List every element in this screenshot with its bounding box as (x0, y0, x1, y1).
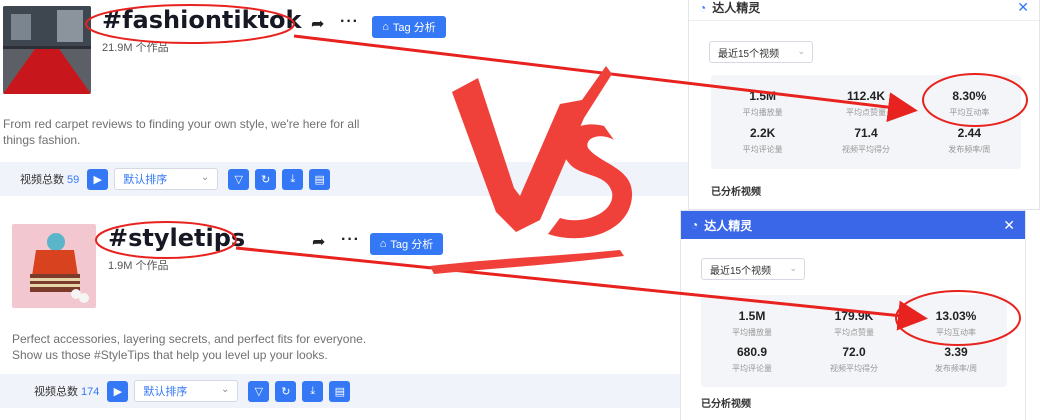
works-count: 1.9M 个作品 (108, 260, 169, 272)
chevron-down-icon: ⌄ (789, 263, 797, 273)
refresh-icon[interactable]: ↻ (255, 168, 277, 190)
video-count: 视频总数 174 (34, 386, 100, 398)
stats-grid: 1.5M 平均播放量 112.4K 平均点赞量 8.30% 平均互动率 2.2K 平均评… (711, 75, 1021, 169)
panel-header: ◔ 达人精灵 ✕ (689, 0, 1039, 21)
close-icon[interactable]: ✕ (1003, 217, 1015, 234)
analyzed-videos-heading: 已分析视频 (701, 399, 751, 410)
tag-title: #fashiontiktok (102, 6, 302, 34)
tag-icon: ⌂ (382, 21, 389, 33)
panel-header: ◔ 达人精灵 ✕ (681, 211, 1025, 239)
filter-icon[interactable]: ▽ (228, 168, 250, 190)
panel-logo-icon: ◔ (691, 218, 699, 232)
stat-post-frequency: 2.44 发布频率/周 (948, 126, 991, 154)
range-select[interactable]: 最近15个视频 ⌄ (701, 258, 805, 280)
panel-logo-icon: ◔ (699, 0, 707, 15)
chevron-down-icon: ⌄ (797, 46, 805, 56)
tag-icon: ⌂ (379, 238, 387, 250)
tag-analysis-button[interactable]: ⌂ Tag 分析 (372, 16, 446, 38)
range-select[interactable]: 最近15个视频 ⌄ (709, 41, 813, 63)
tag-thumbnail-outfit (12, 224, 96, 308)
stats-grid: 1.5M 平均播放量 179.9K 平均点赞量 13.03% 平均互动率 680.9 平… (701, 295, 1007, 387)
tag-title: #styletips (108, 224, 246, 252)
stat-avg-comments: 2.2K 平均评论量 (742, 126, 783, 154)
video-count: 视频总数 59 (20, 174, 80, 186)
close-icon[interactable]: ✕ (1017, 0, 1029, 16)
video-toolbar: 视频总数 174 ▶ 默认排序 ⌄ ▽ ↻ ⤓ ▤ (0, 374, 680, 408)
stat-avg-score: 71.4 视频平均得分 (841, 126, 890, 154)
filter-icon[interactable]: ▽ (248, 380, 270, 402)
tag-description: Perfect accessories, layering secrets, a… (12, 332, 367, 362)
export-icon[interactable]: ▤ (329, 380, 351, 402)
stat-avg-views: 1.5M 平均播放量 (732, 308, 772, 337)
export-icon[interactable]: ▤ (309, 168, 331, 190)
play-icon[interactable]: ▶ (87, 168, 109, 190)
stat-avg-likes: 179.9K 平均点赞量 (834, 308, 874, 337)
more-icon[interactable]: ··· (340, 13, 359, 31)
more-icon[interactable]: ··· (341, 231, 360, 249)
video-toolbar: 视频总数 59 ▶ 默认排序 ⌄ ▽ ↻ ⤓ ▤ (0, 162, 688, 196)
tag-description: From red carpet reviews to finding your … (3, 117, 360, 147)
works-count: 21.9M 个作品 (102, 42, 169, 54)
download-icon[interactable]: ⤓ (282, 168, 304, 190)
stat-post-frequency: 3.39 发布频率/周 (934, 344, 978, 373)
chevron-down-icon: ⌄ (220, 384, 230, 395)
chevron-down-icon: ⌄ (200, 172, 210, 183)
play-icon[interactable]: ▶ (107, 380, 129, 402)
share-icon[interactable]: ➦ (311, 14, 324, 34)
stats-panel: ◔ 达人精灵 ✕ 最近15个视频 ⌄ 1.5M 平均播放量 179.9K 平均点赞量 … (680, 210, 1026, 420)
stat-avg-comments: 680.9 平均评论量 (732, 344, 772, 373)
download-icon[interactable]: ⤓ (302, 380, 324, 402)
stat-avg-engagement: 8.30% 平均互动率 (949, 89, 990, 117)
stats-panel: ◔ 达人精灵 ✕ 最近15个视频 ⌄ 1.5M 平均播放量 112.4K 平均点赞量 … (688, 0, 1040, 210)
stat-avg-engagement: 13.03% 平均互动率 (935, 308, 977, 337)
stat-avg-score: 72.0 视频平均得分 (830, 344, 878, 373)
share-icon[interactable]: ➦ (312, 232, 325, 252)
stat-avg-views: 1.5M 平均播放量 (742, 89, 783, 117)
stat-avg-likes: 112.4K 平均点赞量 (845, 89, 886, 117)
sort-select[interactable]: 默认排序 ⌄ (134, 380, 239, 402)
tag-thumbnail-red-carpet (3, 6, 91, 94)
analyzed-videos-heading: 已分析视频 (711, 187, 761, 198)
tag-analysis-button[interactable]: ⌂ Tag 分析 (370, 233, 443, 255)
refresh-icon[interactable]: ↻ (275, 380, 297, 402)
sort-select[interactable]: 默认排序 ⌄ (114, 168, 219, 190)
